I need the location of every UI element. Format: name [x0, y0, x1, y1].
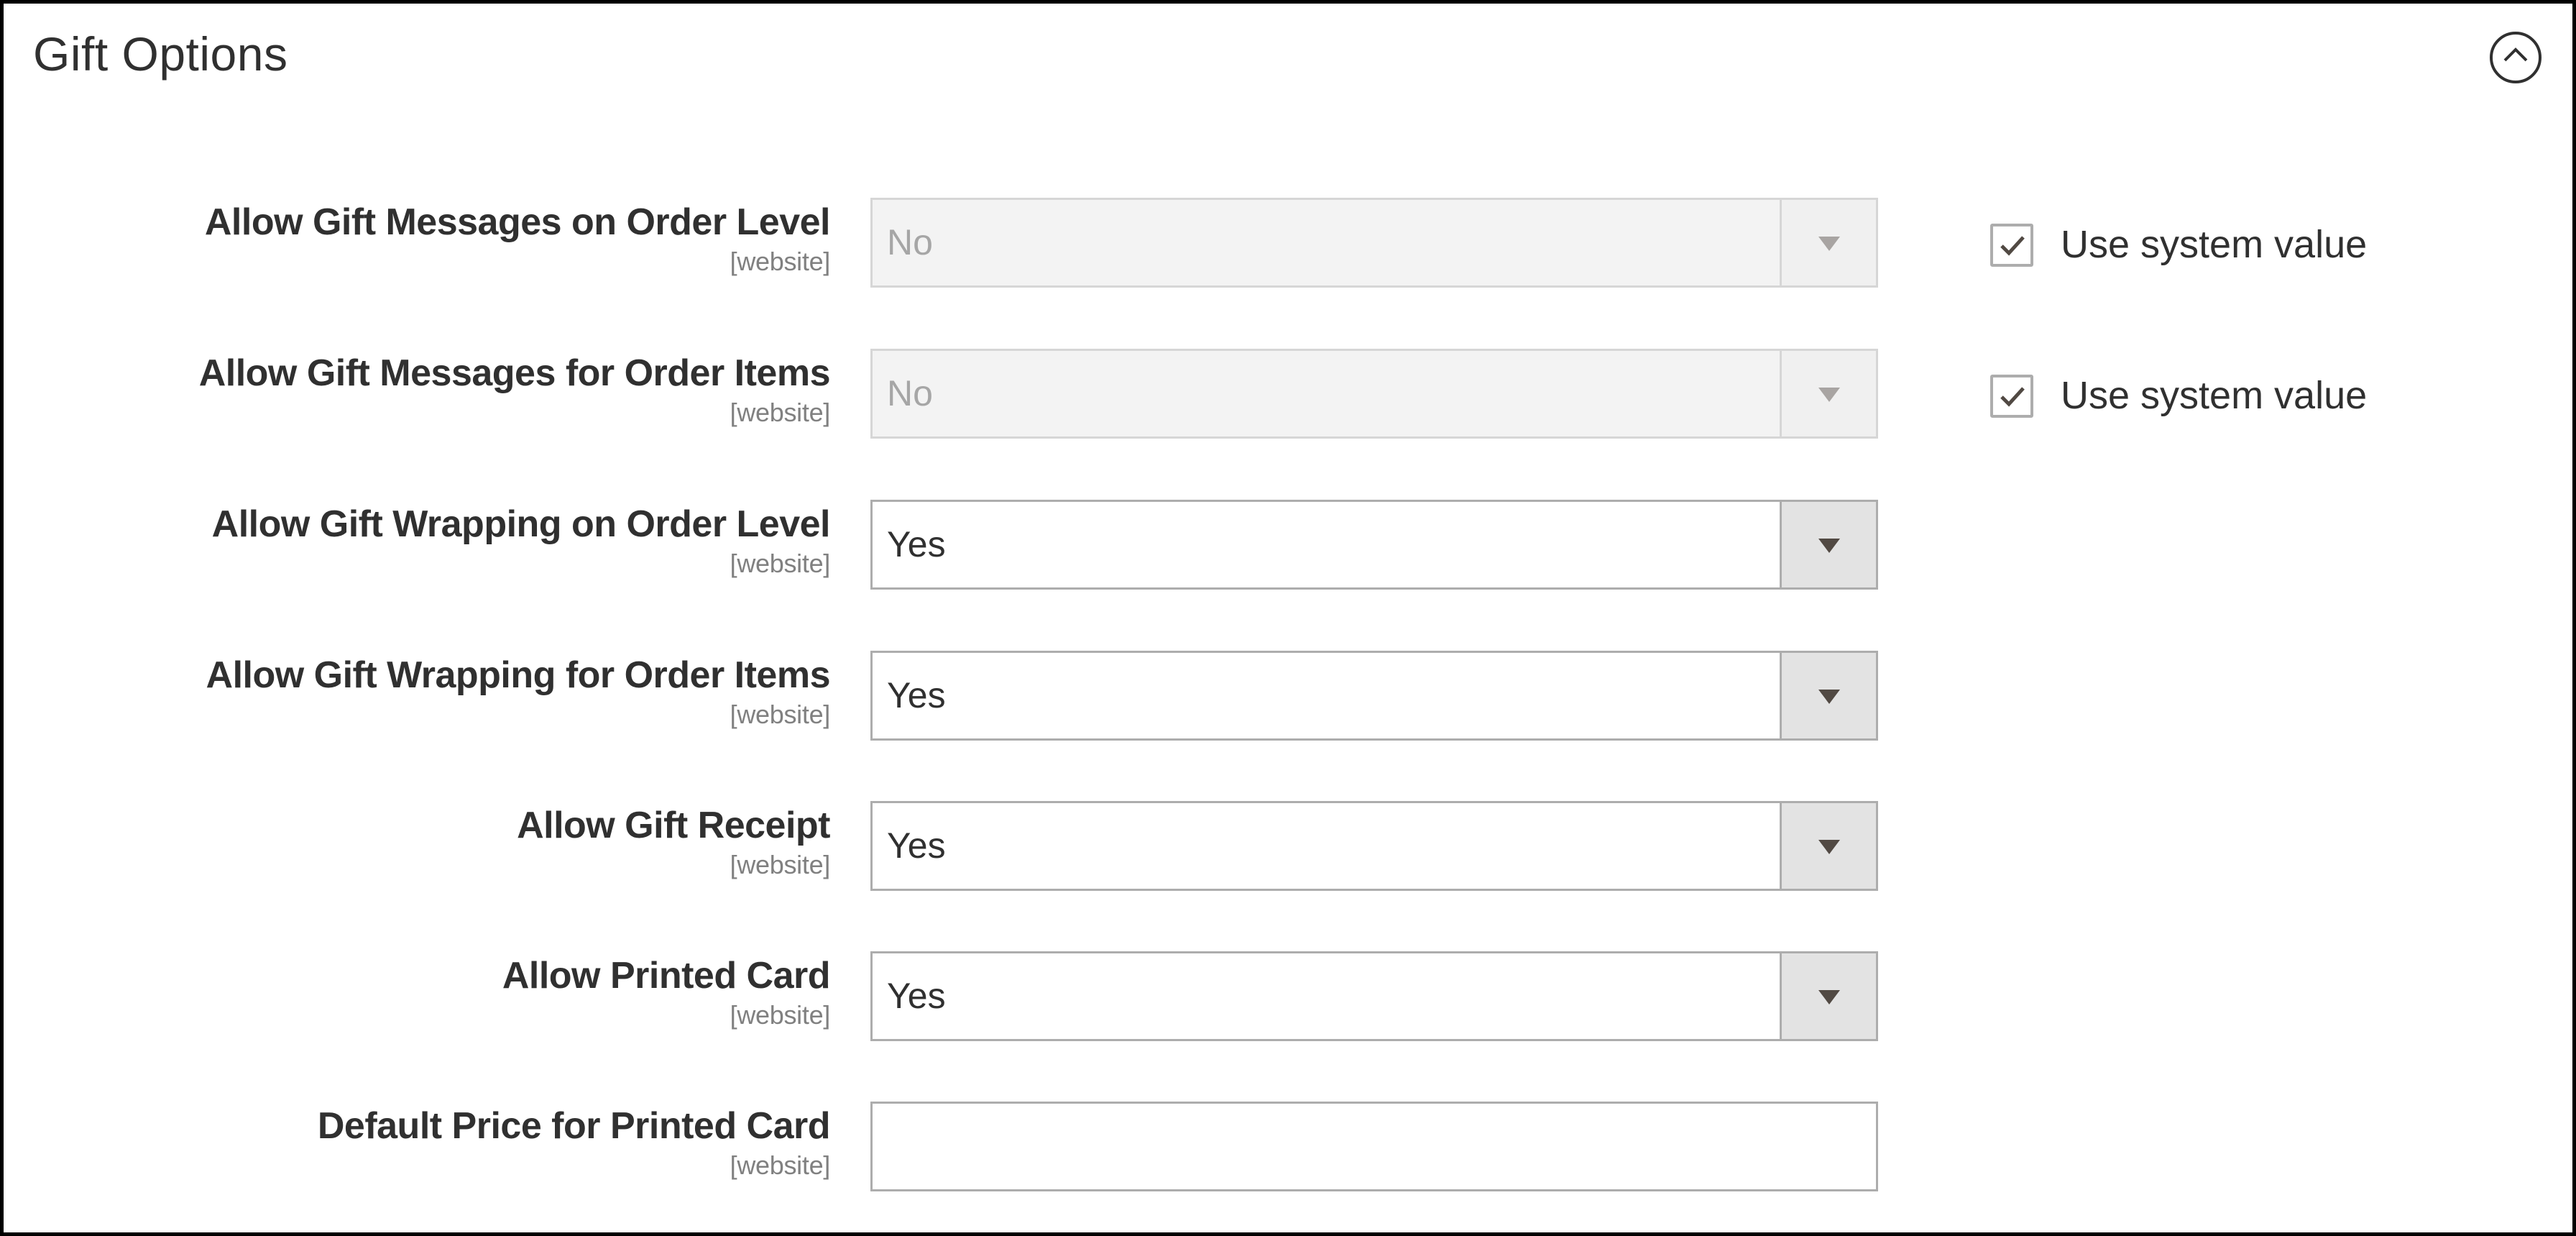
field-scope: [website]: [730, 398, 831, 427]
field-row-gift-messages-order-level: Allow Gift Messages on Order Level [webs…: [4, 198, 2576, 288]
select-value: No: [887, 222, 933, 262]
gift-messages-order-items-select[interactable]: No: [870, 349, 1878, 439]
use-system-value-label[interactable]: Use system value: [2061, 370, 2367, 421]
field-label-group: Allow Gift Messages for Order Items [web…: [198, 350, 831, 429]
select-value: Yes: [887, 976, 946, 1016]
select-arrow-button[interactable]: [1780, 351, 1876, 436]
field-scope: [website]: [730, 247, 831, 276]
caret-down-icon: [1818, 689, 1840, 704]
field-scope: [website]: [730, 549, 831, 578]
checkmark-icon: [2000, 387, 2025, 407]
field-label-group: Allow Printed Card [website]: [502, 953, 831, 1032]
field-row-gift-wrapping-order-items: Allow Gift Wrapping for Order Items [web…: [4, 651, 2576, 741]
field-label: Allow Gift Wrapping for Order Items: [206, 654, 831, 696]
field-scope: [website]: [730, 1000, 831, 1030]
field-scope: [website]: [730, 850, 831, 879]
use-system-value-checkbox[interactable]: [1990, 224, 2033, 267]
field-scope: [website]: [730, 700, 831, 729]
checkmark-icon: [2000, 236, 2025, 256]
select-value: Yes: [887, 675, 946, 715]
gift-receipt-select[interactable]: Yes: [870, 801, 1878, 891]
caret-down-icon: [1818, 989, 1840, 1004]
field-label-group: Allow Gift Messages on Order Level [webs…: [204, 199, 831, 278]
select-arrow-button[interactable]: [1780, 953, 1876, 1039]
use-system-value-label[interactable]: Use system value: [2061, 219, 2367, 270]
field-label-group: Allow Gift Wrapping on Order Level [webs…: [211, 501, 831, 580]
gift-options-panel: Gift Options Allow Gift Messages on Orde…: [0, 0, 2576, 1236]
field-scope: [website]: [730, 1150, 831, 1180]
section-title[interactable]: Gift Options: [33, 25, 288, 83]
field-label: Allow Printed Card: [502, 955, 831, 997]
printed-card-select[interactable]: Yes: [870, 951, 1878, 1041]
caret-down-icon: [1818, 387, 1840, 402]
field-row-gift-wrapping-order-level: Allow Gift Wrapping on Order Level [webs…: [4, 500, 2576, 590]
field-label-group: Allow Gift Receipt [website]: [517, 802, 830, 882]
field-label: Allow Gift Messages for Order Items: [198, 352, 831, 394]
field-row-printed-card: Allow Printed Card [website] Yes: [4, 951, 2576, 1041]
field-row-gift-messages-order-items: Allow Gift Messages for Order Items [web…: [4, 349, 2576, 439]
field-label: Allow Gift Wrapping on Order Level: [211, 503, 831, 545]
select-arrow-button[interactable]: [1780, 803, 1876, 889]
caret-down-icon: [1818, 538, 1840, 553]
gift-wrapping-order-items-select[interactable]: Yes: [870, 651, 1878, 741]
gift-wrapping-order-level-select[interactable]: Yes: [870, 500, 1878, 590]
collapse-section-button[interactable]: [2490, 32, 2542, 83]
caret-down-icon: [1818, 839, 1840, 854]
select-value: Yes: [887, 524, 946, 564]
select-value: Yes: [887, 825, 946, 866]
field-label-group: Default Price for Printed Card [website]: [317, 1103, 831, 1182]
select-arrow-button[interactable]: [1780, 200, 1876, 285]
gift-messages-order-level-select[interactable]: No: [870, 198, 1878, 288]
select-value: No: [887, 373, 933, 413]
field-row-printed-card-price: Default Price for Printed Card [website]: [4, 1102, 2576, 1191]
field-row-gift-receipt: Allow Gift Receipt [website] Yes: [4, 801, 2576, 891]
field-label-group: Allow Gift Wrapping for Order Items [web…: [206, 652, 831, 731]
select-arrow-button[interactable]: [1780, 653, 1876, 738]
field-label: Default Price for Printed Card: [317, 1105, 831, 1147]
select-arrow-button[interactable]: [1780, 502, 1876, 587]
caret-down-icon: [1818, 236, 1840, 251]
field-label: Allow Gift Messages on Order Level: [204, 201, 831, 243]
printed-card-price-input[interactable]: [870, 1102, 1878, 1191]
field-label: Allow Gift Receipt: [517, 805, 830, 846]
chevron-up-icon: [2503, 47, 2528, 62]
use-system-value-checkbox[interactable]: [1990, 375, 2033, 418]
